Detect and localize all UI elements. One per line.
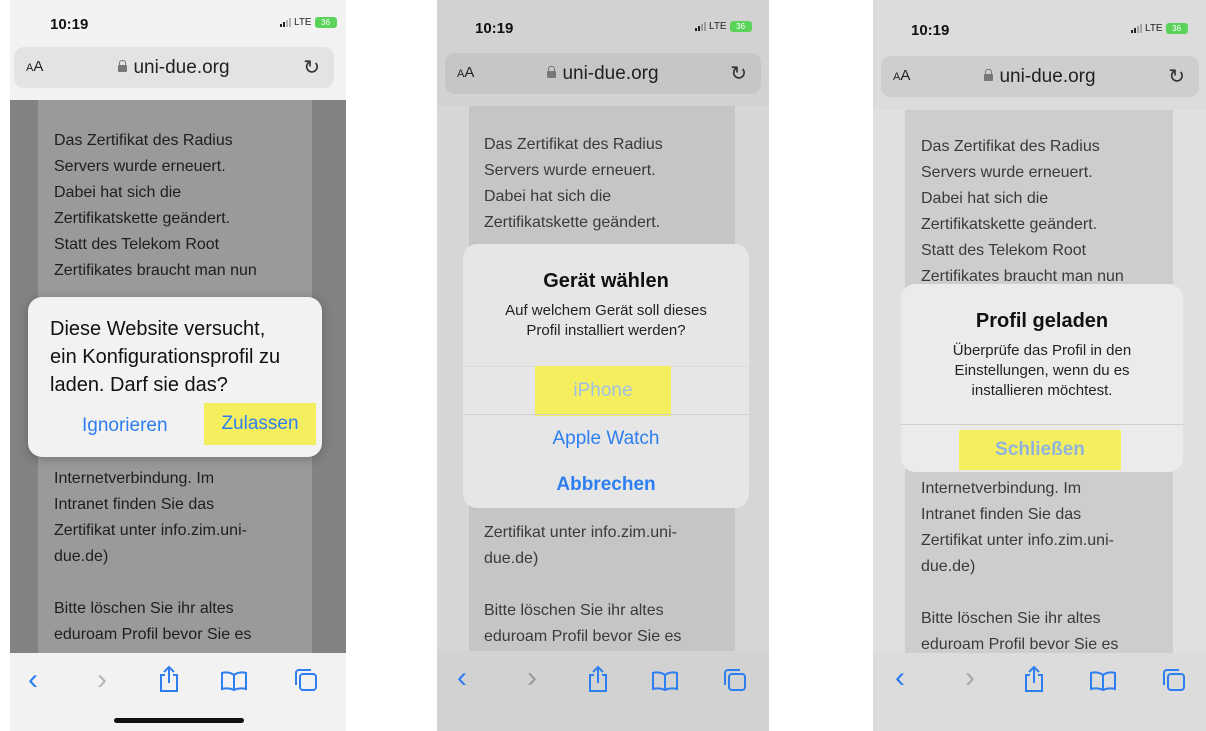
browser-toolbar: ‹ › — [873, 653, 1206, 731]
page-text-lower: Zertifikat unter info.zim.uni- due.de) B… — [484, 524, 682, 645]
home-indicator[interactable] — [114, 718, 244, 723]
battery-icon: 36 — [1165, 23, 1188, 34]
share-icon[interactable] — [1023, 665, 1045, 698]
status-bar: 10:19 LTE 36 — [437, 0, 769, 44]
reload-icon[interactable]: ↻ — [730, 61, 747, 86]
back-chevron-icon[interactable]: ‹ — [457, 661, 467, 695]
alert-message: Auf welchem Gerät soll dieses Profil ins… — [505, 302, 707, 339]
back-chevron-icon[interactable]: ‹ — [895, 661, 905, 695]
forward-chevron-icon[interactable]: › — [527, 661, 537, 695]
address-bar[interactable]: AA uni-due.org ↻ — [14, 47, 334, 88]
page-text-lower: Internetverbindung. Im Intranet finden S… — [54, 470, 252, 643]
allow-button[interactable]: Zulassen — [204, 403, 316, 445]
clock: 10:19 — [911, 22, 950, 39]
share-icon[interactable] — [158, 665, 180, 698]
status-bar: 10:19 LTE 36 — [873, 0, 1206, 44]
reload-icon[interactable]: ↻ — [303, 55, 320, 80]
signal-indicator: LTE 36 — [1131, 23, 1188, 34]
phone-screen-2: 10:19 LTE 36 AA uni-due.org ↻ Das Zertif… — [437, 0, 769, 731]
url-domain[interactable]: uni-due.org — [445, 63, 761, 85]
iphone-button[interactable]: iPhone — [535, 366, 671, 416]
tabs-icon[interactable] — [293, 667, 319, 698]
tabs-icon[interactable] — [1161, 667, 1187, 698]
config-profile-alert: Diese Website versucht, ein Konfiguratio… — [28, 297, 322, 457]
tabs-icon[interactable] — [722, 667, 748, 698]
separator — [463, 414, 749, 415]
url-domain[interactable]: uni-due.org — [14, 57, 334, 79]
bookmarks-icon[interactable] — [651, 671, 679, 696]
cancel-button[interactable]: Abbrechen — [463, 474, 749, 496]
back-chevron-icon[interactable]: ‹ — [28, 663, 38, 697]
alert-title: Gerät wählen — [543, 270, 669, 292]
forward-chevron-icon[interactable]: › — [965, 661, 975, 695]
signal-indicator: LTE 36 — [695, 21, 752, 32]
lock-icon — [118, 60, 128, 72]
device-chooser-alert: Gerät wählen Auf welchem Gerät soll dies… — [463, 244, 749, 508]
reload-icon[interactable]: ↻ — [1168, 64, 1185, 89]
alert-message: Überprüfe das Profil in den Einstellunge… — [952, 342, 1132, 399]
clock: 10:19 — [475, 20, 514, 37]
address-bar[interactable]: AA uni-due.org ↻ — [881, 56, 1199, 97]
alert-message: Diese Website versucht, ein Konfiguratio… — [50, 318, 281, 396]
battery-icon: 36 — [729, 21, 752, 32]
separator — [901, 424, 1183, 425]
forward-chevron-icon[interactable]: › — [97, 663, 107, 697]
battery-icon: 36 — [314, 17, 337, 28]
network-type: LTE — [1145, 23, 1163, 34]
status-bar: 10:19 LTE 36 — [10, 0, 346, 44]
alert-title: Profil geladen — [975, 310, 1109, 332]
page-text: Das Zertifikat des Radius Servers wurde … — [54, 132, 257, 279]
page-text-lower: Internetverbindung. Im Intranet finden S… — [921, 480, 1119, 653]
profile-loaded-alert: Profil geladen Überprüfe das Profil in d… — [901, 284, 1183, 472]
network-type: LTE — [709, 21, 727, 32]
bookmarks-icon[interactable] — [220, 671, 248, 696]
lock-icon — [547, 66, 557, 78]
apple-watch-button[interactable]: Apple Watch — [463, 428, 749, 450]
lock-icon — [984, 69, 994, 81]
close-button[interactable]: Schließen — [959, 430, 1121, 470]
page-text: Das Zertifikat des Radius Servers wurde … — [921, 138, 1124, 285]
signal-indicator: LTE 36 — [280, 17, 337, 28]
clock: 10:19 — [50, 16, 89, 33]
ignore-button[interactable]: Ignorieren — [82, 415, 168, 437]
phone-screen-1: 10:19 LTE 36 AA uni-due.org ↻ Das Zertif… — [10, 0, 346, 731]
browser-toolbar: ‹ › — [437, 651, 769, 731]
cell-signal-icon — [280, 18, 291, 27]
bookmarks-icon[interactable] — [1089, 671, 1117, 696]
url-domain[interactable]: uni-due.org — [881, 66, 1199, 88]
address-bar[interactable]: AA uni-due.org ↻ — [445, 53, 761, 94]
cell-signal-icon — [695, 22, 706, 31]
page-text: Das Zertifikat des Radius Servers wurde … — [484, 136, 663, 231]
cell-signal-icon — [1131, 24, 1142, 33]
browser-toolbar: ‹ › — [10, 653, 346, 731]
share-icon[interactable] — [587, 665, 609, 698]
phone-screen-3: 10:19 LTE 36 AA uni-due.org ↻ Das Zertif… — [873, 0, 1206, 731]
network-type: LTE — [294, 17, 312, 28]
